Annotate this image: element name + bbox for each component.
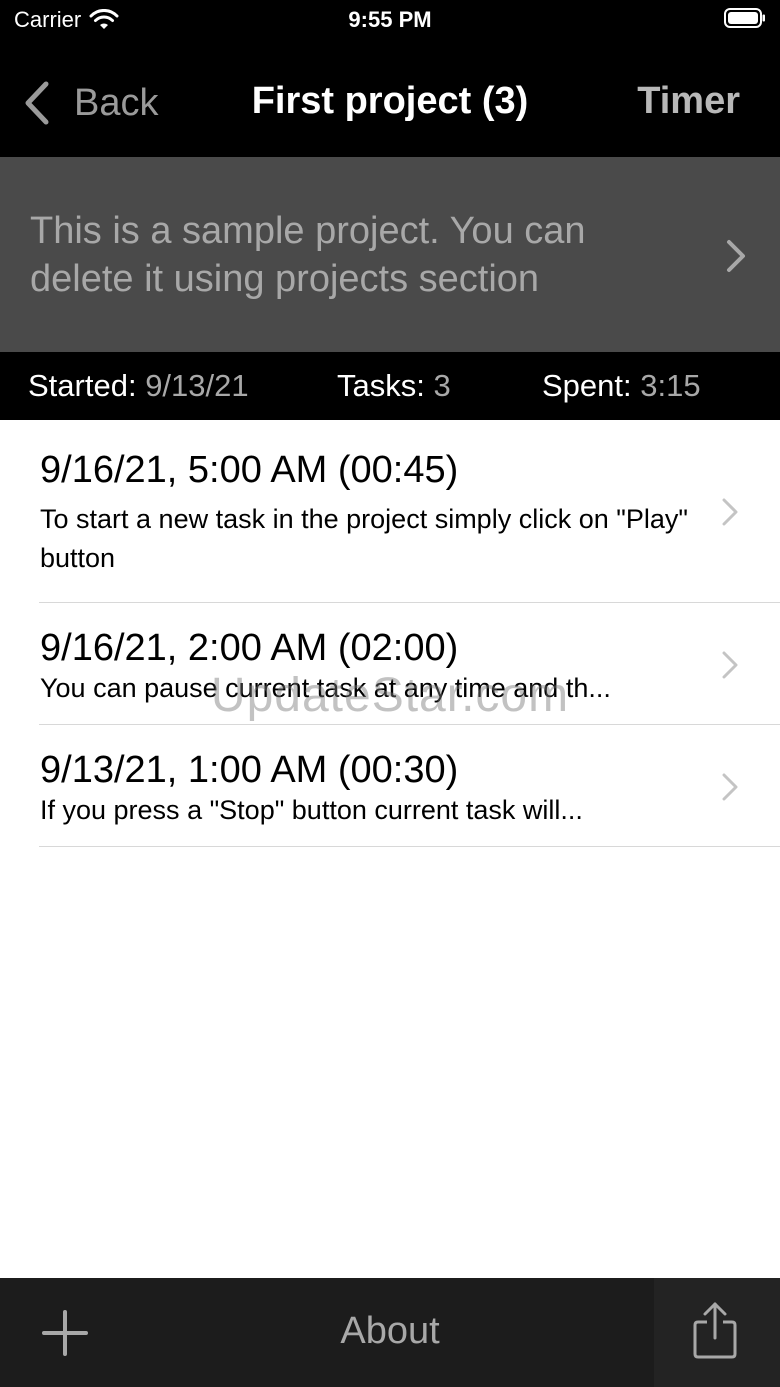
task-title: 9/13/21, 1:00 AM (00:30) (40, 749, 459, 791)
task-row[interactable]: 9/16/21, 5:00 AM (00:45) To start a new … (0, 420, 780, 603)
stat-started-value: 9/13/21 (145, 368, 249, 403)
stat-started: Started: 9/13/21 (28, 368, 249, 404)
project-detail-screen: Carrier 9:55 PM Back First project (3) T… (0, 0, 780, 1387)
share-icon (693, 1302, 737, 1359)
project-stats-bar: Started: 9/13/21 Tasks: 3 Spent: 3:15 (0, 352, 780, 420)
battery-icon (724, 8, 765, 28)
bottom-toolbar: About (0, 1278, 780, 1387)
stat-started-label: Started: (28, 368, 137, 403)
project-description-text: This is a sample project. You can delete… (30, 210, 586, 300)
stat-tasks: Tasks: 3 (337, 368, 451, 404)
stat-spent: Spent: 3:15 (542, 368, 701, 404)
status-bar: Carrier 9:55 PM (0, 0, 780, 40)
timer-button[interactable]: Timer (637, 80, 740, 123)
chevron-right-icon (722, 498, 738, 526)
task-description: If you press a "Stop" button current tas… (40, 795, 583, 825)
row-divider (39, 846, 780, 847)
navigation-bar: Back First project (3) Timer (0, 40, 780, 157)
share-button[interactable] (654, 1278, 780, 1387)
stat-tasks-value: 3 (433, 368, 451, 403)
chevron-right-icon (727, 240, 745, 272)
task-row[interactable]: 9/13/21, 1:00 AM (00:30) If you press a … (0, 725, 780, 847)
stat-tasks-label: Tasks: (337, 368, 425, 403)
project-description-row[interactable]: This is a sample project. You can delete… (0, 157, 780, 352)
chevron-right-icon (722, 651, 738, 679)
status-time: 9:55 PM (348, 7, 432, 32)
stat-spent-value: 3:15 (640, 368, 701, 403)
task-description: To start a new task in the project simpl… (40, 504, 688, 573)
task-list: 9/16/21, 5:00 AM (00:45) To start a new … (0, 420, 780, 847)
task-title: 9/16/21, 5:00 AM (00:45) (40, 449, 459, 491)
task-row[interactable]: 9/16/21, 2:00 AM (02:00) You can pause c… (0, 603, 780, 725)
chevron-right-icon (722, 773, 738, 801)
task-title: 9/16/21, 2:00 AM (02:00) (40, 627, 459, 669)
task-description: You can pause current task at any time a… (40, 673, 611, 703)
stat-spent-label: Spent: (542, 368, 632, 403)
